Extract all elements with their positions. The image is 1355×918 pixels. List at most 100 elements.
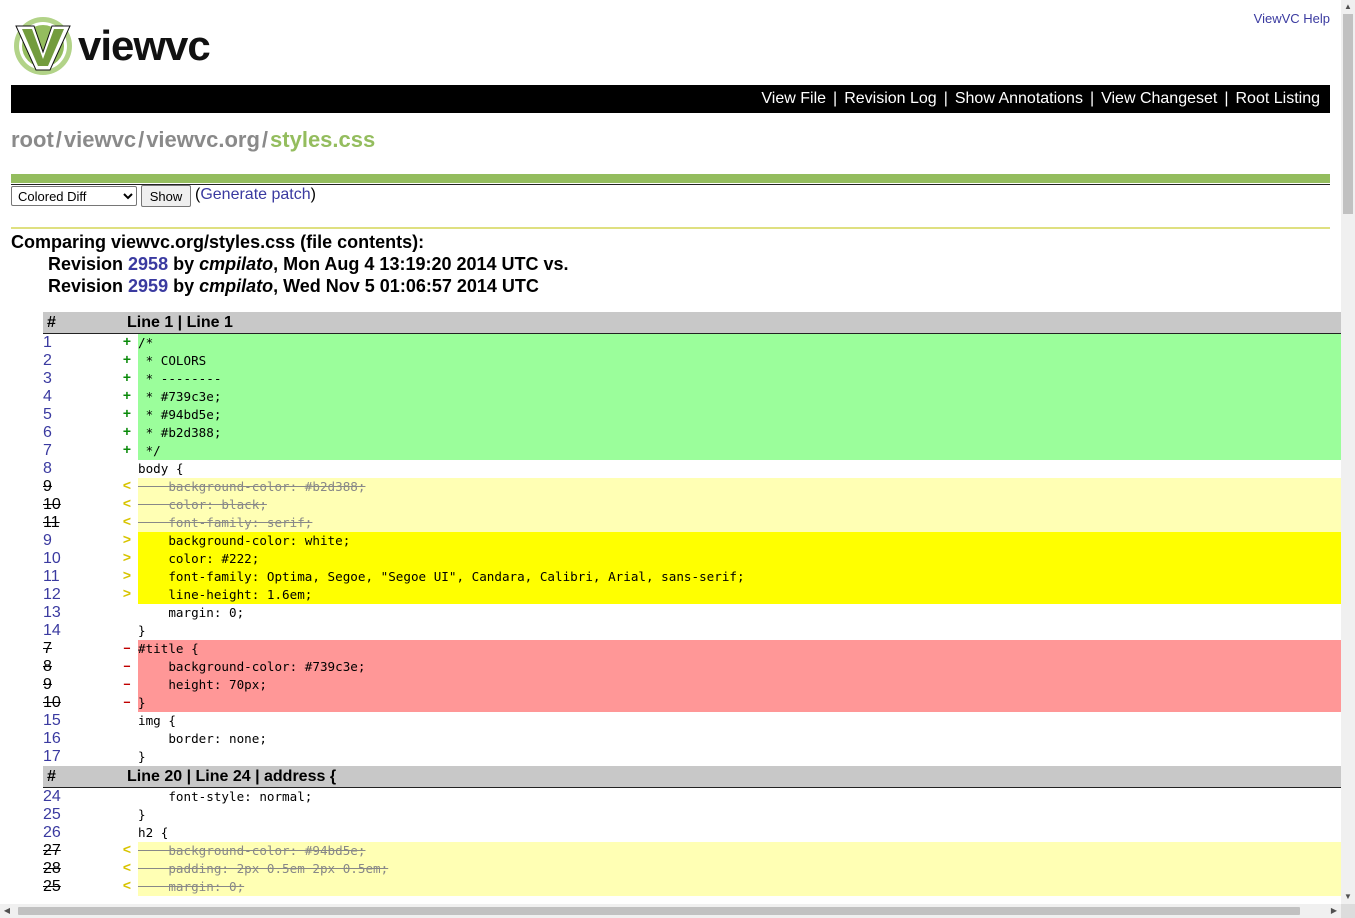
diff-row: 15 img {	[43, 712, 1341, 730]
nav-link-view-file[interactable]: View File	[761, 90, 826, 107]
diff-row: 10 –}	[43, 694, 1341, 712]
diff-code: padding: 2px 0.5em 2px 0.5em;	[138, 860, 1341, 878]
breadcrumb: root/viewvc/viewvc.org/styles.css	[11, 127, 375, 153]
diff-marker: <	[122, 843, 132, 859]
diff-row: 6 + * #b2d388;	[43, 424, 1341, 442]
nav-link-show-annotations[interactable]: Show Annotations	[955, 90, 1083, 107]
diff-marker: –	[122, 659, 132, 675]
line-number-link[interactable]: 24	[43, 788, 103, 806]
diff-code: background-color: #b2d388;	[138, 478, 1341, 496]
vertical-scroll-thumb[interactable]	[1343, 14, 1353, 214]
diff-code: #title {	[138, 640, 1341, 658]
diff-marker: –	[122, 641, 132, 657]
nav-link-view-changeset[interactable]: View Changeset	[1101, 90, 1217, 107]
diff-marker: –	[122, 677, 132, 693]
line-number-link[interactable]: 2	[43, 352, 103, 370]
nav-link-root-listing[interactable]: Root Listing	[1236, 90, 1321, 107]
line-number-link: 7	[43, 640, 52, 657]
diff-code: body {	[138, 461, 184, 476]
show-button[interactable]: Show	[141, 185, 191, 207]
scroll-down-icon[interactable]: ▼	[1341, 890, 1355, 904]
breadcrumb-separator: /	[138, 127, 145, 152]
line-number-link[interactable]: 9	[43, 532, 103, 550]
diff-row: 26 h2 {	[43, 824, 1341, 842]
revision-by: by	[168, 254, 200, 274]
diff-code: }	[138, 694, 1341, 712]
line-number-link[interactable]: 7	[43, 442, 103, 460]
logo-wordmark: viewvc	[78, 22, 211, 69]
breadcrumb-separator: /	[55, 127, 62, 152]
diff-row: 14}	[43, 622, 1341, 640]
diff-row: 11 > font-family: Optima, Segoe, "Segoe U…	[43, 568, 1341, 586]
breadcrumb-viewvc[interactable]: viewvc	[64, 127, 136, 152]
viewvc-logo[interactable]: viewvc	[12, 14, 252, 78]
revision-prefix: Revision	[48, 254, 129, 274]
diff-marker: >	[122, 569, 132, 585]
diff-row: 27 < background-color: #94bd5e;	[43, 842, 1341, 860]
breadcrumb-viewvc-org[interactable]: viewvc.org	[146, 127, 260, 152]
line-number-link[interactable]: 15	[43, 712, 103, 730]
horizontal-scroll-thumb[interactable]	[18, 907, 1300, 915]
line-number-link[interactable]: 3	[43, 370, 103, 388]
diff-row: 4 + * #739c3e;	[43, 388, 1341, 406]
line-number-link: 9	[43, 676, 52, 693]
breadcrumb-root[interactable]: root	[11, 127, 54, 152]
diff-code: margin: 0;	[138, 605, 245, 620]
revision-author: cmpilato	[199, 276, 274, 296]
breadcrumb-current-file: styles.css	[270, 127, 376, 152]
scroll-up-icon[interactable]: ▲	[1341, 0, 1355, 14]
nav-link-revision-log[interactable]: Revision Log	[844, 90, 937, 107]
scrollbar-corner	[1341, 904, 1355, 918]
diff-row: 9 > background-color: white;	[43, 532, 1341, 550]
line-number-link[interactable]: 13	[43, 604, 103, 622]
diff-code: }	[138, 807, 146, 822]
diff-hunk-header: # Line 1 | Line 1	[43, 312, 1341, 334]
line-number-link[interactable]: 1	[43, 334, 103, 352]
diff-marker: +	[122, 353, 132, 369]
diff-row: 13 margin: 0;	[43, 604, 1341, 622]
line-number-link[interactable]: 25	[43, 806, 103, 824]
line-number-link[interactable]: 6	[43, 424, 103, 442]
hunk-number-label: #	[47, 768, 56, 785]
line-number-link: 25	[43, 878, 61, 895]
line-number-link[interactable]: 14	[43, 622, 103, 640]
line-number-link[interactable]: 10	[43, 550, 103, 568]
scroll-left-icon[interactable]: ◀	[0, 904, 14, 918]
diff-code: border: none;	[138, 731, 267, 746]
diff-row: 8 – background-color: #739c3e;	[43, 658, 1341, 676]
diff-row: 11 < font-family: serif;	[43, 514, 1341, 532]
diff-code: img {	[138, 713, 176, 728]
line-number-link[interactable]: 26	[43, 824, 103, 842]
horizontal-scrollbar[interactable]: ◀ ▶	[0, 904, 1341, 918]
line-number-link[interactable]: 16	[43, 730, 103, 748]
diff-code: margin: 0;	[138, 878, 1341, 896]
help-link[interactable]: ViewVC Help	[1254, 11, 1330, 26]
revision-link-2958[interactable]: 2958	[128, 254, 168, 274]
line-number-link[interactable]: 12	[43, 586, 103, 604]
diff-row: 9 < background-color: #b2d388;	[43, 478, 1341, 496]
viewvc-logo-icon	[14, 17, 72, 75]
generate-patch-wrapper: (Generate patch)	[195, 186, 316, 204]
diff-code: }	[138, 623, 146, 638]
diff-row: 25}	[43, 806, 1341, 824]
diff-row: 16 border: none;	[43, 730, 1341, 748]
revision-date: , Mon Aug 4 13:19:20 2014 UTC vs.	[273, 254, 569, 274]
generate-patch-link[interactable]: Generate patch	[200, 186, 310, 203]
diff-format-select[interactable]: Colored Diff	[11, 186, 137, 206]
nav-separator: |	[1224, 90, 1229, 107]
scroll-right-icon[interactable]: ▶	[1327, 904, 1341, 918]
diff-marker: +	[122, 371, 132, 387]
diff-code: font-family: Optima, Segoe, "Segoe UI", …	[138, 568, 1341, 586]
line-number-link[interactable]: 11	[43, 568, 103, 586]
hunk-title: Line 20 | Line 24 | address {	[127, 768, 337, 785]
diff-code: h2 {	[138, 825, 169, 840]
line-number-link[interactable]: 5	[43, 406, 103, 424]
line-number-link[interactable]: 8	[43, 460, 103, 478]
vertical-scrollbar[interactable]: ▲ ▼	[1341, 0, 1355, 904]
revision-link-2959[interactable]: 2959	[128, 276, 168, 296]
diff-marker: <	[122, 479, 132, 495]
diff-marker: <	[122, 861, 132, 877]
line-number-link[interactable]: 4	[43, 388, 103, 406]
line-number-link[interactable]: 17	[43, 748, 103, 766]
diff-table: # Line 1 | Line 1 1 + /* 2 + * COLORS 3 + * ----…	[43, 312, 1341, 896]
